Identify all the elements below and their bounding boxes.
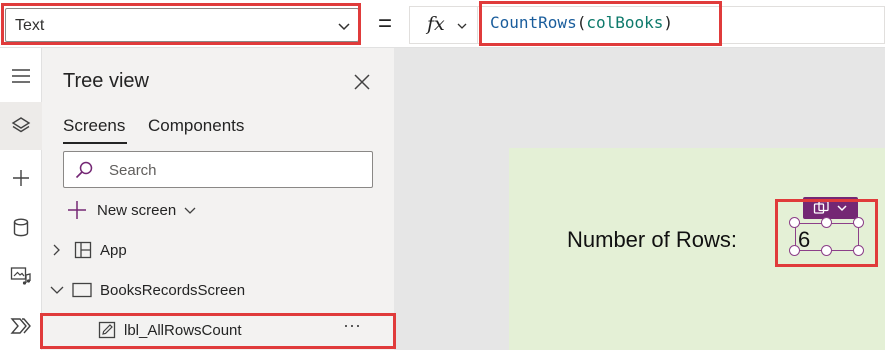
hamburger-menu-button[interactable] [0,54,42,98]
media-icon [10,267,31,285]
fx-button[interactable]: fx [409,6,477,44]
property-dropdown-value: Text [15,17,45,34]
resize-handle[interactable] [789,245,800,256]
tree-node-label-control[interactable]: lbl_AllRowsCount [98,317,242,343]
resize-handle[interactable] [821,217,832,228]
resize-handle[interactable] [821,245,832,256]
layers-icon [11,117,31,133]
hamburger-icon [12,69,30,83]
media-button[interactable] [0,252,42,300]
search-placeholder: Search [109,162,157,179]
resize-handle[interactable] [789,217,800,228]
control-actions-chip[interactable] [803,197,858,219]
chevron-down-icon [457,23,467,29]
fx-icon: fx [427,13,445,35]
tree-node-label: App [100,241,127,259]
formula-argument: colBooks [586,13,664,32]
close-icon[interactable] [352,72,372,92]
plus-icon [68,201,86,219]
formula-function: CountRows [490,13,577,32]
screen-icon [72,282,92,298]
rows-count-label[interactable]: Number of Rows: [567,227,737,253]
new-screen-label: New screen [97,201,177,219]
formula-close-paren: ) [663,13,674,32]
label-edit-icon [98,321,116,339]
data-button[interactable] [0,204,42,252]
formula-open-paren: ( [576,13,587,32]
app-grid-icon [74,241,92,259]
chevron-down-icon [184,207,196,214]
new-screen-button[interactable]: New screen [66,198,197,222]
insert-button[interactable] [0,154,42,202]
search-input[interactable]: Search [63,151,373,188]
formula-text: CountRows(colBooks) [490,13,673,32]
power-automate-button[interactable] [0,302,42,350]
tree-node-app[interactable]: App [52,237,127,263]
search-icon [75,161,93,179]
left-rail [0,48,42,350]
tab-screens[interactable]: Screens [63,116,125,136]
plus-icon [13,170,29,186]
formula-bar: Text = fx CountRows(colBooks) [0,0,885,48]
tree-view-title: Tree view [63,70,149,92]
property-dropdown[interactable]: Text [5,8,359,42]
copilot-icon [813,200,829,214]
tree-node-screen[interactable]: BooksRecordsScreen [50,277,245,303]
resize-handle[interactable] [853,245,864,256]
chevron-down-icon [50,286,64,294]
tree-node-label: BooksRecordsScreen [100,281,246,299]
tree-node-label: lbl_AllRowsCount [124,321,242,339]
chevron-down-icon [338,23,350,31]
chevron-down-icon [837,205,847,212]
more-options-button[interactable]: ··· [343,315,361,336]
tab-active-indicator [63,142,127,144]
power-automate-icon [10,318,31,334]
resize-handle[interactable] [853,217,864,228]
tab-components[interactable]: Components [148,116,244,136]
chevron-right-icon [53,244,60,256]
tree-view-panel: Tree view Screens Components Search New … [42,48,394,350]
tree-view-button[interactable] [0,102,42,150]
database-icon [13,218,29,237]
equals-sign: = [378,10,393,37]
